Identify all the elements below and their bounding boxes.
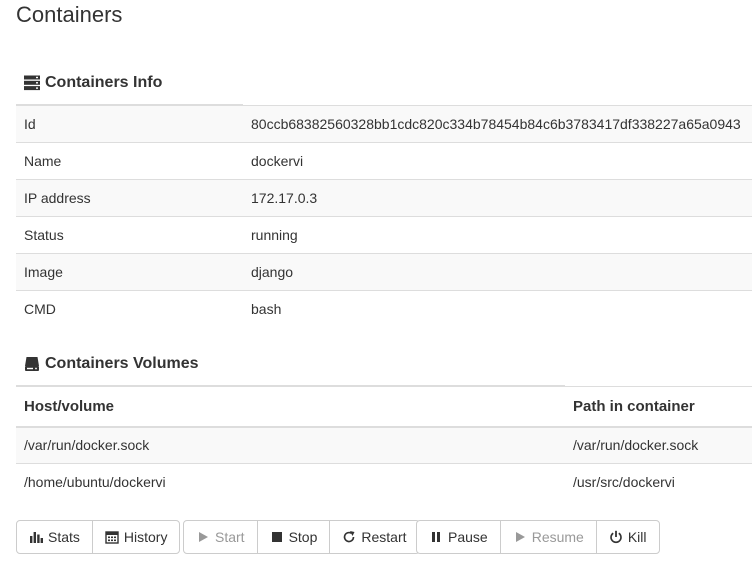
table-row: /home/ubuntu/dockervi /usr/src/dockervi [16,463,752,501]
history-button[interactable]: History [91,520,181,554]
kill-button[interactable]: Kill [595,520,660,554]
containers-info-title: Containers Info [45,74,163,91]
volume-path: /var/run/docker.sock [565,426,752,464]
table-row: /var/run/docker.sock /var/run/docker.soc… [16,426,752,464]
column-header-host-volume: Host/volume [16,386,565,428]
containers-info-heading: Containers Info [24,74,162,92]
table-row: Status running [16,216,752,254]
stop-button[interactable]: Stop [256,520,331,554]
containers-volumes-heading: Containers Volumes [24,355,199,373]
refresh-icon [342,530,356,544]
pause-resume-kill-button-group: Pause Resume Kill [416,520,660,554]
start-button-label: Start [215,529,245,545]
restart-button-label: Restart [361,529,407,545]
info-label-status: Status [16,216,243,254]
stats-button[interactable]: Stats [16,520,93,554]
page-title: Containers [16,2,123,27]
table-row: Id 80ccb68382560328bb1cdc820c334b78454b8… [16,105,752,143]
resume-button[interactable]: Resume [499,520,597,554]
info-label-cmd: CMD [16,290,243,328]
server-icon [24,75,40,91]
info-value-cmd: bash [243,290,752,328]
kill-button-label: Kill [627,529,647,545]
restart-button[interactable]: Restart [329,520,420,554]
info-value-ip: 172.17.0.3 [243,179,752,217]
volume-host: /home/ubuntu/dockervi [16,463,565,501]
table-row: Name dockervi [16,142,752,180]
start-button[interactable]: Start [183,520,258,554]
play-icon [513,530,527,544]
containers-info-table: Id 80ccb68382560328bb1cdc820c334b78454b8… [16,105,752,328]
column-header-path-in-container: Path in container [565,386,752,428]
lifecycle-button-group: Start Stop Restart [183,520,420,554]
pause-button[interactable]: Pause [416,520,501,554]
table-row: CMD bash [16,290,752,328]
volume-path: /usr/src/dockervi [565,463,752,501]
volume-host: /var/run/docker.sock [16,426,565,464]
stop-button-label: Stop [288,529,318,545]
table-row: IP address 172.17.0.3 [16,179,752,217]
info-value-id: 80ccb68382560328bb1cdc820c334b78454b84c6… [243,105,752,143]
table-header-row: Host/volume Path in container [16,386,752,428]
power-icon [609,530,623,544]
info-label-ip: IP address [16,179,243,217]
pause-icon [429,530,443,544]
stats-button-label: Stats [48,529,80,545]
history-button-label: History [123,529,168,545]
play-icon [196,530,210,544]
info-label-image: Image [16,253,243,291]
stop-icon [270,530,284,544]
containers-volumes-title: Containers Volumes [45,355,199,372]
table-row: Image django [16,253,752,291]
info-value-image: django [243,253,752,291]
hdd-icon [24,356,40,372]
pause-button-label: Pause [448,529,488,545]
resume-button-label: Resume [531,529,584,545]
bar-chart-icon [29,530,43,544]
info-value-status: running [243,216,752,254]
info-value-name: dockervi [243,142,752,180]
containers-volumes-table: Host/volume Path in container /var/run/d… [16,386,752,501]
calendar-icon [105,530,119,544]
info-label-id: Id [16,105,243,143]
stats-history-button-group: Stats History [16,520,181,554]
info-label-name: Name [16,142,243,180]
